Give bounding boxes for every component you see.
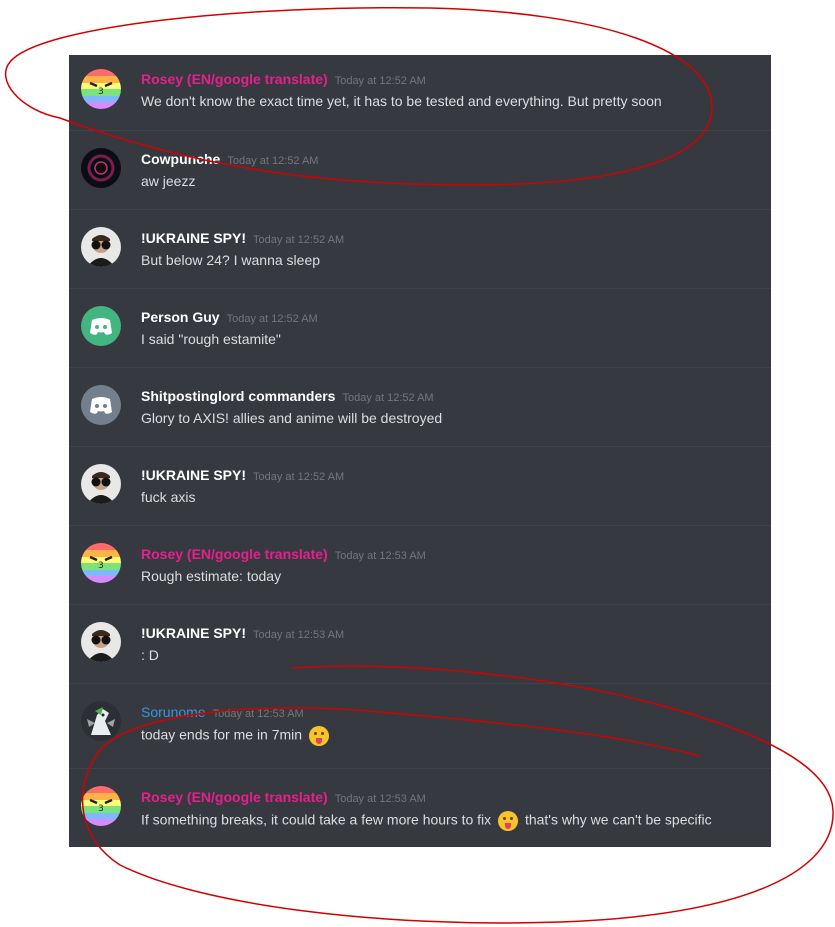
message-text: If something breaks, it could take a few… — [141, 811, 712, 831]
chat-message: !UKRAINE SPY! Today at 12:52 AM But below… — [69, 209, 771, 288]
message-text: aw jeezz — [141, 173, 196, 189]
message-author[interactable]: !UKRAINE SPY! Today at 12:53 AM — [141, 625, 344, 641]
dark-vortex-avatar[interactable] — [81, 148, 121, 188]
author-name[interactable]: !UKRAINE SPY! — [141, 230, 246, 246]
svg-text:3: 3 — [98, 561, 104, 571]
tongue-emoji-icon — [308, 726, 329, 746]
message-author[interactable]: Cowpunche Today at 12:52 AM — [141, 151, 318, 167]
author-name[interactable]: Sorunome — [141, 704, 206, 720]
chat-message: Person Guy Today at 12:52 AM I said "roug… — [69, 288, 771, 367]
chat-message: Sorunome Today at 12:53 AM today ends for… — [69, 683, 771, 768]
message-text: We don't know the exact time yet, it has… — [141, 93, 662, 109]
message-timestamp: Today at 12:52 AM — [253, 471, 345, 483]
chat-message: Shitpostinglord commanders Today at 12:52… — [69, 367, 771, 446]
message-text: Rough estimate: today — [141, 568, 282, 584]
tongue-emoji-icon — [498, 811, 519, 831]
binoculars-man-avatar[interactable] — [81, 622, 121, 662]
binoculars-man-avatar[interactable] — [81, 464, 121, 504]
message-author[interactable]: Rosey (EN/google translate) Today at 12:5… — [141, 546, 426, 562]
author-name[interactable]: Rosey (EN/google translate) — [141, 789, 328, 805]
chat-message: 3 Rosey (EN/google translate) Today at 12… — [69, 55, 771, 130]
message-author[interactable]: Rosey (EN/google translate) Today at 12:5… — [141, 789, 426, 805]
message-author[interactable]: !UKRAINE SPY! Today at 12:52 AM — [141, 230, 344, 246]
author-name[interactable]: !UKRAINE SPY! — [141, 625, 246, 641]
author-name[interactable]: Rosey (EN/google translate) — [141, 546, 328, 562]
chat-message: 3 Rosey (EN/google translate) Today at 12… — [69, 525, 771, 604]
message-timestamp: Today at 12:53 AM — [334, 793, 426, 805]
author-name[interactable]: Rosey (EN/google translate) — [141, 71, 328, 87]
svg-text:3: 3 — [98, 87, 104, 97]
message-timestamp: Today at 12:53 AM — [334, 550, 426, 562]
message-text: today ends for me in 7min — [141, 726, 332, 746]
author-name[interactable]: !UKRAINE SPY! — [141, 467, 246, 483]
message-timestamp: Today at 12:52 AM — [253, 234, 345, 246]
binoculars-man-avatar[interactable] — [81, 227, 121, 267]
message-text-part: If something breaks, it could take a few… — [141, 811, 492, 828]
message-timestamp: Today at 12:52 AM — [334, 75, 426, 87]
message-text-part: today ends for me in 7min — [141, 726, 303, 743]
rainbow-face-avatar[interactable]: 3 — [81, 69, 121, 109]
rainbow-face-avatar[interactable]: 3 — [81, 543, 121, 583]
message-author[interactable]: Shitpostinglord commanders Today at 12:52… — [141, 388, 434, 404]
rainbow-face-avatar[interactable]: 3 — [81, 786, 121, 826]
message-author[interactable]: Person Guy Today at 12:52 AM — [141, 309, 318, 325]
discord-grey-avatar[interactable] — [81, 385, 121, 425]
message-text: I said "rough estamite" — [141, 331, 281, 347]
message-text: Glory to AXIS! allies and anime will be … — [141, 410, 443, 426]
pony-avatar[interactable] — [81, 701, 121, 741]
message-text: But below 24? I wanna sleep — [141, 252, 321, 268]
message-text-part: that's why we can't be specific — [524, 811, 712, 828]
author-name[interactable]: Shitpostinglord commanders — [141, 388, 335, 404]
message-timestamp: Today at 12:52 AM — [226, 313, 318, 325]
author-name[interactable]: Person Guy — [141, 309, 220, 325]
chat-message: 3 Rosey (EN/google translate) Today at 12… — [69, 768, 771, 847]
discord-green-avatar[interactable] — [81, 306, 121, 346]
message-author[interactable]: Rosey (EN/google translate) Today at 12:5… — [141, 71, 426, 87]
chat-message: !UKRAINE SPY! Today at 12:52 AM fuck axis — [69, 446, 771, 525]
author-name[interactable]: Cowpunche — [141, 151, 220, 167]
message-timestamp: Today at 12:52 AM — [227, 155, 319, 167]
message-timestamp: Today at 12:52 AM — [342, 392, 434, 404]
message-author[interactable]: !UKRAINE SPY! Today at 12:52 AM — [141, 467, 344, 483]
message-text: fuck axis — [141, 489, 196, 505]
svg-text:3: 3 — [98, 804, 104, 814]
message-text: : D — [141, 647, 159, 663]
chat-message: Cowpunche Today at 12:52 AM aw jeezz — [69, 130, 771, 209]
message-timestamp: Today at 12:53 AM — [253, 629, 345, 641]
message-timestamp: Today at 12:53 AM — [212, 708, 304, 720]
chat-message: !UKRAINE SPY! Today at 12:53 AM : D — [69, 604, 771, 683]
message-author[interactable]: Sorunome Today at 12:53 AM — [141, 704, 304, 720]
chat-message-list: 3 Rosey (EN/google translate) Today at 12… — [69, 55, 771, 847]
